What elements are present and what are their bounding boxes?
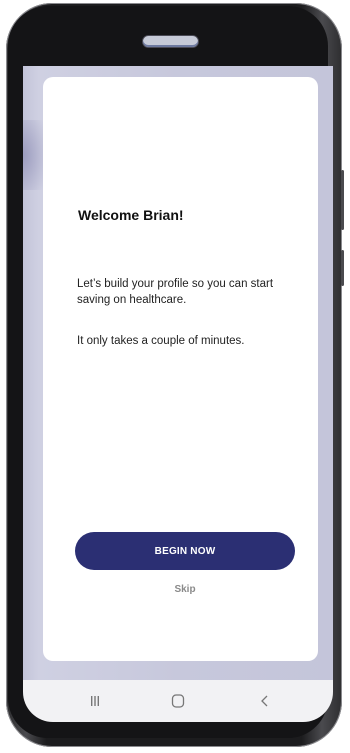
back-button[interactable] — [245, 688, 285, 714]
power-button — [341, 250, 344, 286]
skip-link[interactable]: Skip — [75, 584, 295, 595]
begin-now-button[interactable]: BEGIN NOW — [75, 532, 295, 570]
earpiece-speaker — [143, 36, 198, 47]
volume-button — [341, 170, 344, 230]
recents-button[interactable] — [75, 688, 115, 714]
intro-text: Let’s build your profile so you can star… — [77, 278, 274, 306]
onboarding-card: Welcome Brian! Let’s build your profile … — [43, 77, 318, 661]
screen-edge-glow — [23, 120, 43, 190]
home-icon — [171, 694, 185, 708]
welcome-title: Welcome Brian! — [78, 207, 184, 223]
duration-note: It only takes a couple of minutes. — [77, 335, 245, 347]
system-nav-bar — [23, 680, 333, 722]
back-icon — [261, 695, 268, 707]
recents-icon — [91, 696, 99, 706]
home-button[interactable] — [158, 688, 198, 714]
